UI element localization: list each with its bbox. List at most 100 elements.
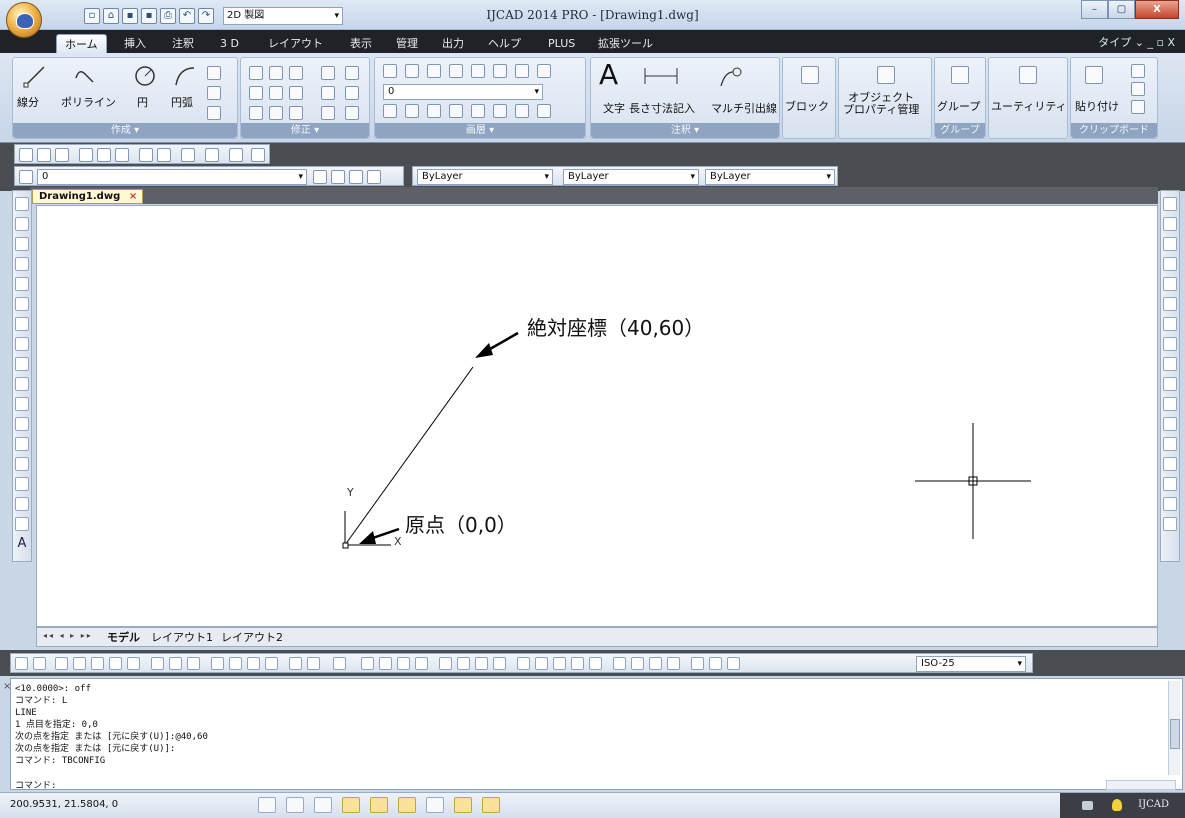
tab-manage[interactable]: 管理 bbox=[388, 34, 426, 53]
revision-cloud-icon[interactable] bbox=[15, 337, 29, 351]
tab-3d[interactable]: 3 D bbox=[212, 34, 247, 53]
ortho-mode-button[interactable] bbox=[314, 797, 332, 813]
snap-endpoint-icon[interactable] bbox=[55, 657, 68, 670]
mirror-icon[interactable] bbox=[269, 86, 283, 100]
paste-icon[interactable] bbox=[1085, 66, 1103, 84]
snap-perpendicular-icon[interactable] bbox=[211, 657, 224, 670]
snap-none-icon[interactable] bbox=[307, 657, 320, 670]
erase-tool-icon[interactable] bbox=[1163, 197, 1177, 211]
snap-intersection-icon[interactable] bbox=[91, 657, 104, 670]
snap-center-icon[interactable] bbox=[151, 657, 164, 670]
polyline-icon[interactable] bbox=[73, 64, 97, 88]
array-tool-icon[interactable] bbox=[1163, 277, 1177, 291]
polar-tracking-button[interactable] bbox=[342, 797, 360, 813]
panel-group-title[interactable]: グループ bbox=[935, 123, 985, 138]
redo-toolbar-icon[interactable] bbox=[205, 148, 219, 162]
linetype-select[interactable]: ByLayer bbox=[563, 169, 699, 185]
snap-insert-icon[interactable] bbox=[247, 657, 260, 670]
dim-continue-icon[interactable] bbox=[553, 657, 566, 670]
dim-space-icon[interactable] bbox=[571, 657, 584, 670]
command-scroll-thumb[interactable] bbox=[1170, 719, 1180, 749]
tab-model[interactable]: モデル bbox=[107, 630, 140, 645]
layer-on-icon[interactable] bbox=[449, 104, 463, 118]
layer-translate-icon[interactable] bbox=[537, 104, 551, 118]
layer-unisolate-icon[interactable] bbox=[427, 104, 441, 118]
color-select[interactable]: ByLayer bbox=[417, 169, 553, 185]
layer-manager-icon[interactable] bbox=[19, 170, 33, 184]
stretch-icon[interactable] bbox=[249, 106, 263, 120]
command-input[interactable]: コマンド: bbox=[15, 778, 56, 791]
dim-baseline-icon[interactable] bbox=[535, 657, 548, 670]
layer-merge-icon[interactable] bbox=[515, 104, 529, 118]
ellipse-icon[interactable] bbox=[207, 86, 221, 100]
offset-icon[interactable] bbox=[321, 106, 335, 120]
tab-extensions[interactable]: 拡張ツール bbox=[590, 34, 661, 53]
layer-unlock-icon[interactable] bbox=[493, 104, 507, 118]
break-tool-icon[interactable] bbox=[1163, 437, 1177, 451]
spline-icon[interactable] bbox=[15, 357, 29, 371]
dimstyle-select[interactable]: ISO-25 bbox=[916, 656, 1026, 672]
tab-home[interactable]: ホーム bbox=[56, 34, 107, 53]
layer-off-icon[interactable] bbox=[449, 64, 463, 78]
rotate-tool-icon[interactable] bbox=[1163, 317, 1177, 331]
tab-view[interactable]: 表示 bbox=[342, 34, 380, 53]
dim-update-icon[interactable] bbox=[727, 657, 740, 670]
break-icon[interactable] bbox=[345, 106, 359, 120]
paste-button[interactable]: 貼り付け bbox=[1075, 98, 1119, 114]
gradient-icon[interactable] bbox=[15, 497, 29, 511]
scale-icon[interactable] bbox=[269, 106, 283, 120]
temp-track-icon[interactable] bbox=[15, 657, 28, 670]
print-toolbar-icon[interactable] bbox=[79, 148, 93, 162]
copy-icon[interactable] bbox=[249, 86, 263, 100]
ellipse-tool-icon[interactable] bbox=[15, 377, 29, 391]
snap-apparent-icon[interactable] bbox=[109, 657, 122, 670]
rotate-icon[interactable] bbox=[269, 66, 283, 80]
layer-isolate-icon[interactable] bbox=[427, 64, 441, 78]
tab-layout2[interactable]: レイアウト2 bbox=[221, 630, 283, 645]
layer-lock-icon[interactable] bbox=[493, 64, 507, 78]
snap-from-icon[interactable] bbox=[33, 657, 46, 670]
make-block-icon[interactable] bbox=[15, 437, 29, 451]
close-button[interactable]: X bbox=[1135, 0, 1179, 19]
extend-tool-icon[interactable] bbox=[1163, 397, 1177, 411]
snap-midpoint-icon[interactable] bbox=[73, 657, 86, 670]
arc-button[interactable]: 円弧 bbox=[171, 94, 193, 110]
grid-mode-button[interactable] bbox=[286, 797, 304, 813]
tab-annotate[interactable]: 注釈 bbox=[164, 34, 202, 53]
layout-nav-arrows[interactable]: ◂◂ ◂ ▸ ▸▸ bbox=[43, 631, 93, 640]
layer-match-icon[interactable] bbox=[383, 104, 397, 118]
lineweight-button[interactable] bbox=[482, 797, 500, 813]
panel-annotation-title[interactable]: 注釈 ▾ bbox=[591, 123, 779, 138]
fillet-tool-icon[interactable] bbox=[1163, 497, 1177, 511]
dim-diameter-icon[interactable] bbox=[475, 657, 488, 670]
snap-tangent-icon[interactable] bbox=[187, 657, 200, 670]
tab-layout[interactable]: レイアウト bbox=[260, 34, 331, 53]
layer-freeze-icon[interactable] bbox=[471, 64, 485, 78]
block-icon[interactable] bbox=[801, 66, 819, 84]
dim-break-icon[interactable] bbox=[589, 657, 602, 670]
circle-tool-icon[interactable] bbox=[15, 317, 29, 331]
tab-insert[interactable]: 挿入 bbox=[116, 34, 154, 53]
match-icon[interactable] bbox=[139, 148, 153, 162]
dynamic-ucs-button[interactable] bbox=[426, 797, 444, 813]
region-icon[interactable] bbox=[15, 517, 29, 531]
osnap-settings-icon[interactable] bbox=[333, 657, 346, 670]
layer-prev-icon[interactable] bbox=[331, 170, 345, 184]
stretch-tool-icon[interactable] bbox=[1163, 357, 1177, 371]
fillet-icon[interactable] bbox=[289, 86, 303, 100]
lock-icon[interactable] bbox=[1082, 801, 1093, 810]
coordinate-readout[interactable]: 200.9531, 21.5804, 0 bbox=[10, 799, 118, 810]
polyline-button[interactable]: ポリライン bbox=[61, 94, 116, 110]
utility-button[interactable]: ユーティリティ bbox=[991, 98, 1067, 114]
dim-ordinate-icon[interactable] bbox=[415, 657, 428, 670]
group-button[interactable]: グループ bbox=[937, 98, 980, 114]
jogged-linear-icon[interactable] bbox=[667, 657, 680, 670]
snap-mode-button[interactable] bbox=[258, 797, 276, 813]
line-tool-icon[interactable] bbox=[15, 197, 29, 211]
open-icon[interactable] bbox=[37, 148, 51, 162]
object-snap-tracking-button[interactable] bbox=[398, 797, 416, 813]
lineweight-select[interactable]: ByLayer bbox=[705, 169, 835, 185]
preview-icon[interactable] bbox=[97, 148, 111, 162]
layer-delete-icon[interactable] bbox=[537, 64, 551, 78]
tab-layout1[interactable]: レイアウト1 bbox=[151, 630, 213, 645]
